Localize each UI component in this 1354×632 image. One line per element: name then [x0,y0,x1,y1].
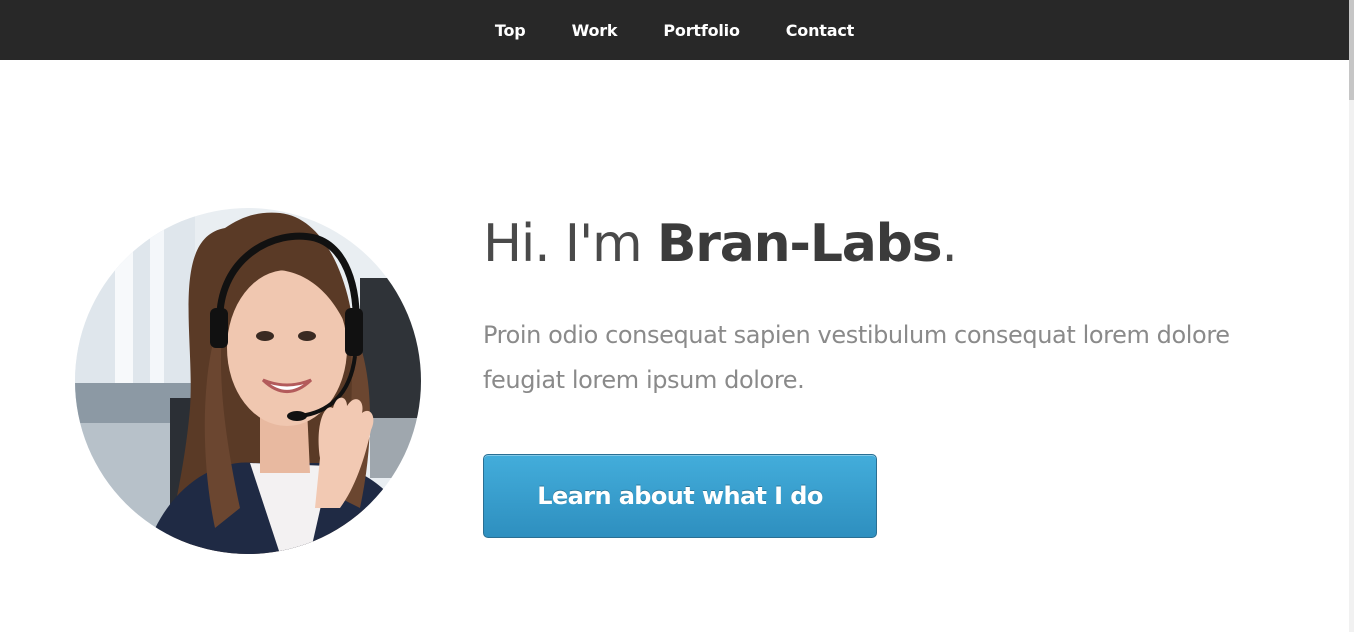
avatar-photo [75,208,421,554]
nav-item-portfolio[interactable]: Portfolio [640,21,762,40]
scrollbar-thumb[interactable] [1349,0,1354,100]
top-navigation: Top Work Portfolio Contact [0,0,1349,60]
learn-more-button-label: Learn about what I do [537,482,823,510]
page: Top Work Portfolio Contact Hi. I'm Bran-… [0,0,1354,632]
vertical-scrollbar[interactable] [1349,0,1354,632]
nav-item-contact[interactable]: Contact [763,21,877,40]
nav-item-top[interactable]: Top [472,21,549,40]
nav-item-work[interactable]: Work [549,21,641,40]
headline-greeting: Hi. I'm [483,214,643,274]
headline-brand-name: Bran-Labs [656,214,943,274]
nav-list: Top Work Portfolio Contact [0,0,1349,60]
learn-more-button[interactable]: Learn about what I do [483,454,877,538]
hero-description: Proin odio consequat sapien vestibulum c… [483,321,1230,394]
hero-headline: Hi. I'm Bran-Labs. [483,212,958,276]
avatar-illustration [75,208,421,554]
headline-period: . [941,214,958,274]
